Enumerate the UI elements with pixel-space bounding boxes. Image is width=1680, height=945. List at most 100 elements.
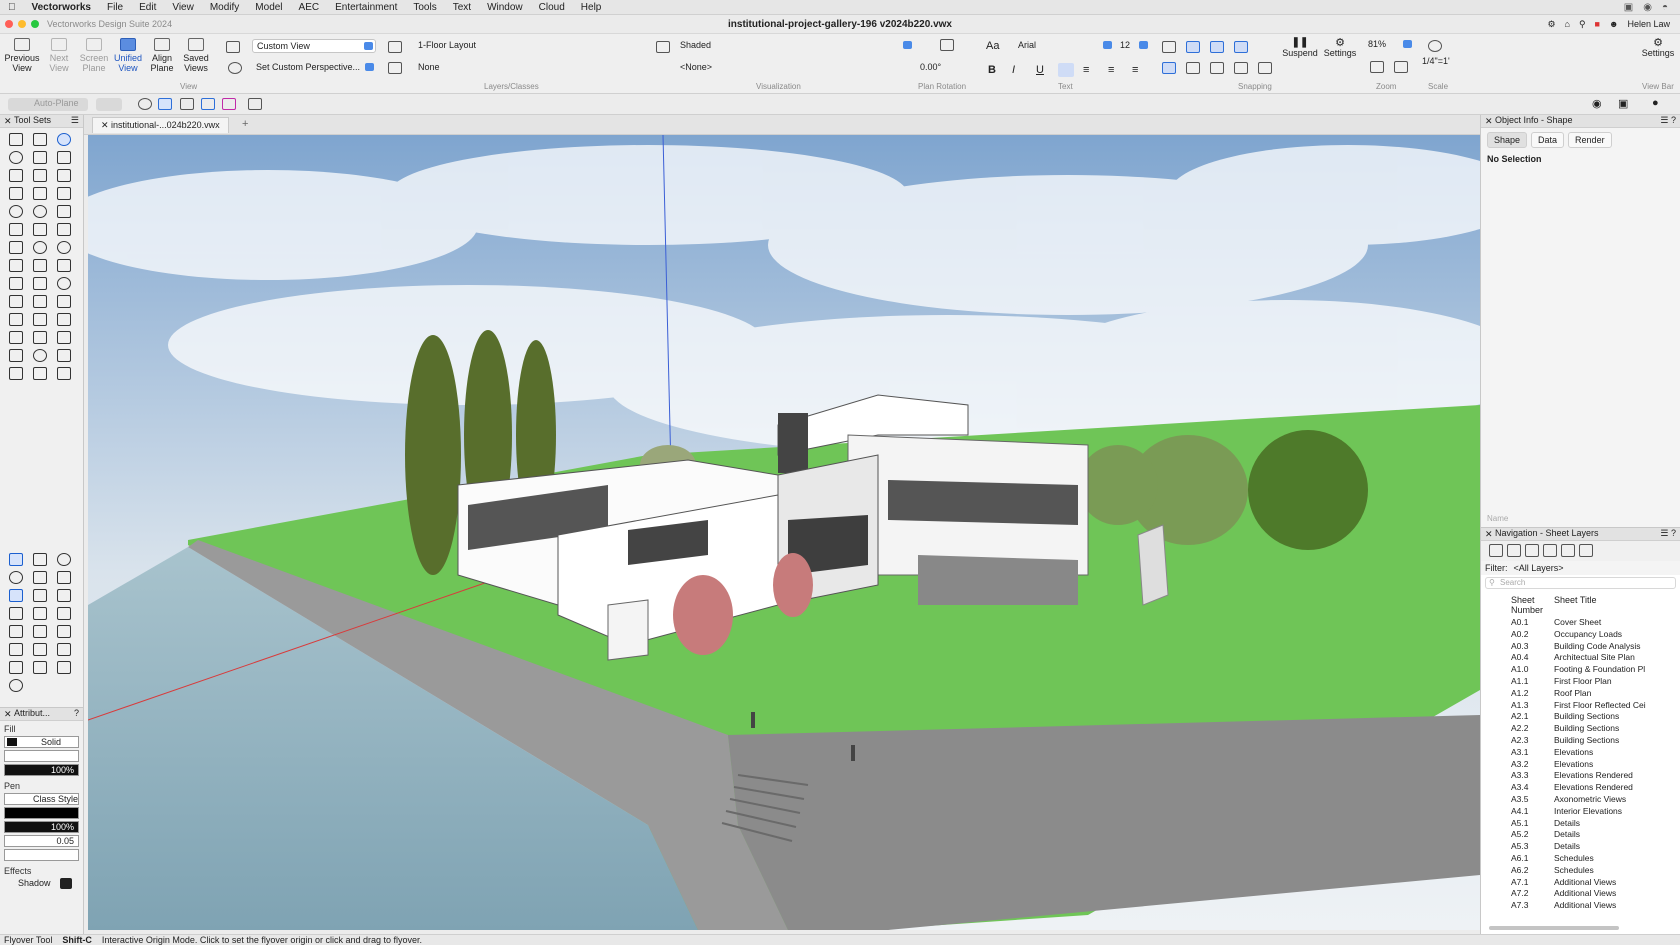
sheet-row[interactable]: A1.0 Footing & Foundation Pl [1481,664,1680,676]
fixtures-toolset-icon[interactable] [33,607,47,620]
polyline-tool-icon[interactable] [33,223,47,236]
plane-select[interactable] [96,98,122,111]
shadow-toggle[interactable]: Shadow [0,876,83,889]
surveying-toolset-icon[interactable] [57,625,71,638]
snap-angle-icon[interactable] [1210,41,1224,53]
menu-edit[interactable]: Edit [131,2,164,13]
zoom-select[interactable]: 81% [1364,38,1414,52]
scale-icon[interactable] [1428,40,1442,52]
3d-scene[interactable] [88,135,1480,930]
close-icon[interactable]: ✕ [4,709,12,720]
clip-tool-icon[interactable] [9,331,23,344]
sheet-row[interactable]: A7.3 Additional Views [1481,900,1680,912]
rotate-tool-icon[interactable] [57,277,71,290]
column-sheet-number[interactable]: Sheet Number [1481,595,1554,615]
oval-tool-icon[interactable] [33,205,47,218]
connect-tool-icon[interactable] [9,313,23,326]
site-toolset-icon[interactable] [9,661,23,674]
close-icon[interactable]: ✕ [4,116,12,127]
close-icon[interactable]: ✕ [1485,116,1493,127]
snap-intersection-icon[interactable] [1234,41,1248,53]
sheet-row[interactable]: A3.1 Elevations [1481,747,1680,759]
split-tool-icon[interactable] [33,295,47,308]
snap-settings-button[interactable]: ⚙ Settings [1320,38,1360,59]
snap-points-icon[interactable] [1210,62,1224,74]
visibility-tool-icon[interactable] [57,259,71,272]
symbol-insertion-tool-icon[interactable] [33,169,47,182]
pen-opacity-field[interactable]: 100% [4,821,79,833]
menu-aec[interactable]: AEC [291,2,328,13]
text-tool-icon[interactable] [33,151,47,164]
sheet-row[interactable]: A6.2 Schedules [1481,865,1680,877]
visibility-icon[interactable]: ◉ [1592,97,1602,110]
font-select[interactable]: Arial [1014,39,1114,53]
furniture-toolset-icon[interactable] [57,571,71,584]
zoom-tool-icon[interactable] [9,151,23,164]
saved-views-nav-icon[interactable] [1561,544,1575,557]
menu-entertainment[interactable]: Entertainment [327,2,405,13]
attribute-mapping-tool-icon[interactable] [33,259,47,272]
column-sheet-title[interactable]: Sheet Title [1554,595,1680,615]
fill-style-select[interactable]: Solid [4,736,79,748]
sheet-row[interactable]: A2.1 Building Sections [1481,711,1680,723]
fillet-tool-icon[interactable] [33,313,47,326]
3d-modeling-toolset-icon[interactable] [33,589,47,602]
tab-render[interactable]: Render [1568,132,1612,148]
view-cube-icon[interactable] [201,98,215,110]
snap-tangent-icon[interactable] [1186,62,1200,74]
space-planning-toolset-icon[interactable] [57,643,71,656]
snap-edge-icon[interactable] [1234,62,1248,74]
font-icon[interactable]: Aa [986,40,999,52]
italic-button[interactable]: I [1012,64,1015,76]
layers-nav-icon[interactable] [1507,544,1521,557]
mep-toolset-icon[interactable] [57,607,71,620]
rounded-rectangle-tool-icon[interactable] [57,187,71,200]
revision-tool-icon[interactable] [57,349,71,362]
auto-plane-toggle[interactable]: Auto-Plane [8,98,88,111]
center-mode-icon[interactable] [180,98,194,110]
detailing-toolset-icon[interactable] [33,571,47,584]
line-tool-icon[interactable] [57,169,71,182]
cloud-tool-icon[interactable] [9,349,23,362]
trim-tool-icon[interactable] [57,295,71,308]
zoom-objects-icon[interactable] [1394,61,1408,73]
next-view-button[interactable]: Next View [41,38,77,73]
arc-tool-icon[interactable] [9,223,23,236]
mirror-tool-icon[interactable] [9,295,23,308]
help-icon[interactable]: ? [74,708,79,718]
sheet-row[interactable]: A6.1 Schedules [1481,853,1680,865]
cable-toolset-icon[interactable] [57,661,71,674]
snap-grid-icon[interactable] [1162,41,1176,53]
sheet-row[interactable]: A2.3 Building Sections [1481,735,1680,747]
control-center-icon[interactable]: ◓ [1662,2,1668,13]
landscape-toolset-icon[interactable] [57,553,71,566]
wifi-icon[interactable]: ◉ [1643,2,1652,13]
align-center-button[interactable]: ≡ [1083,64,1089,76]
freehand-tool-icon[interactable] [9,241,23,254]
pen-color-bar[interactable] [4,807,79,819]
shadow-settings-icon[interactable] [60,878,72,889]
sheet-row[interactable]: A0.1 Cover Sheet [1481,617,1680,629]
eyedropper-tool-icon[interactable] [9,259,23,272]
palette-menu-icon[interactable]: ☰ [71,115,79,126]
tools-icon[interactable] [248,98,262,110]
snap-distance-icon[interactable] [1162,62,1176,74]
menu-text[interactable]: Text [445,2,479,13]
viewports-nav-icon[interactable] [1543,544,1557,557]
menu-view[interactable]: View [164,2,202,13]
locus-tool-icon[interactable] [9,169,23,182]
reference-marker-tool-icon[interactable] [33,331,47,344]
render-mode-select[interactable]: Shaded [676,39,914,53]
sheet-row[interactable]: A3.4 Elevations Rendered [1481,782,1680,794]
sheet-layers-nav-icon[interactable] [1525,544,1539,557]
plan-rotation-icon[interactable] [940,39,954,51]
pan-tool-icon[interactable] [33,133,47,146]
sheet-row[interactable]: A0.2 Occupancy Loads [1481,629,1680,641]
working-plane-icon[interactable] [222,98,236,110]
tab-shape[interactable]: Shape [1487,132,1528,148]
underline-button[interactable]: U [1036,64,1044,76]
saved-views-button[interactable]: Saved Views [178,38,214,73]
fill-color-bar[interactable] [4,750,79,762]
perspective-icon[interactable] [228,62,242,74]
flyover-tool-icon[interactable] [57,133,71,146]
